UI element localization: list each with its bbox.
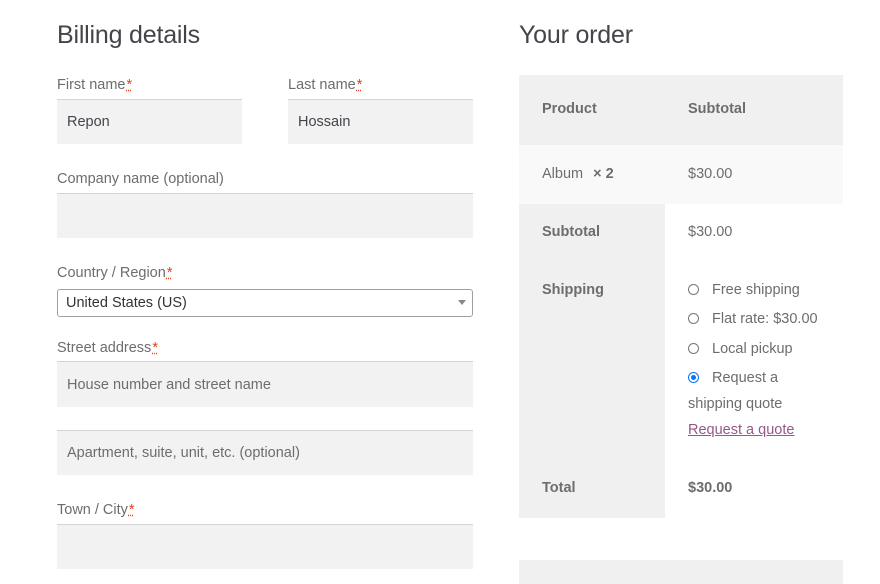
first-name-input[interactable] — [57, 100, 242, 144]
order-title: Your order — [519, 21, 633, 49]
item-quantity: × 2 — [593, 166, 614, 182]
first-name-field[interactable] — [57, 99, 242, 144]
shipping-option-pickup-radio[interactable] — [688, 343, 699, 354]
last-name-field[interactable] — [288, 99, 473, 144]
subtotal-label: Subtotal — [542, 224, 600, 240]
shipping-option-quote-radio[interactable] — [688, 372, 699, 383]
street-label: Street address* — [57, 340, 158, 356]
city-label-text: Town / City — [57, 502, 128, 518]
shipping-option-quote-label[interactable]: Request a — [712, 370, 778, 386]
country-select[interactable]: United States (US) — [57, 289, 473, 317]
payment-section-top — [519, 560, 843, 584]
billing-title: Billing details — [57, 21, 200, 49]
shipping-option-quote-label-cont[interactable]: shipping quote — [688, 396, 782, 412]
order-item-price: $30.00 — [688, 166, 733, 182]
city-field[interactable] — [57, 524, 473, 569]
total-label: Total — [542, 480, 576, 496]
shipping-option-flat-label[interactable]: Flat rate: $30.00 — [712, 311, 818, 327]
column-header-product: Product — [542, 101, 597, 117]
company-field[interactable] — [57, 193, 473, 238]
first-name-label-text: First name — [57, 77, 126, 93]
city-input[interactable] — [57, 525, 473, 569]
order-table: Product Subtotal Album × 2 $30.00 Subtot… — [519, 75, 843, 518]
street-address-2-input[interactable] — [57, 431, 473, 475]
country-selected-value: United States (US) — [66, 295, 187, 311]
company-input[interactable] — [57, 194, 473, 238]
required-mark: * — [128, 502, 135, 518]
street-address-field[interactable] — [57, 361, 473, 407]
last-name-label-text: Last name — [288, 77, 356, 93]
chevron-down-icon — [458, 300, 466, 305]
shipping-label: Shipping — [542, 282, 605, 298]
order-item-name: Album × 2 — [542, 166, 614, 182]
country-label: Country / Region* — [57, 265, 172, 281]
order-footer-label-col — [519, 204, 665, 518]
city-label: Town / City* — [57, 502, 135, 518]
last-name-input[interactable] — [288, 100, 473, 144]
request-quote-link[interactable]: Request a quote — [688, 422, 794, 438]
required-mark: * — [152, 340, 158, 356]
first-name-label: First name* — [57, 77, 132, 93]
required-mark: * — [356, 77, 363, 93]
street-address-2-field[interactable] — [57, 430, 473, 475]
street-label-text: Street address — [57, 340, 152, 356]
item-name: Album — [542, 166, 584, 182]
shipping-option-flat-radio[interactable] — [688, 313, 699, 324]
last-name-label: Last name* — [288, 77, 362, 93]
order-footer-value-col — [665, 204, 843, 518]
column-header-subtotal: Subtotal — [688, 101, 746, 117]
total-value: $30.00 — [688, 480, 733, 496]
shipping-option-free-radio[interactable] — [688, 284, 699, 295]
shipping-option-free-label[interactable]: Free shipping — [712, 282, 800, 298]
subtotal-value: $30.00 — [688, 224, 733, 240]
street-address-input[interactable] — [57, 362, 473, 407]
required-mark: * — [126, 77, 133, 93]
company-label: Company name (optional) — [57, 171, 224, 187]
country-label-text: Country / Region — [57, 265, 166, 281]
shipping-option-pickup-label[interactable]: Local pickup — [712, 341, 793, 357]
required-mark: * — [166, 265, 173, 281]
